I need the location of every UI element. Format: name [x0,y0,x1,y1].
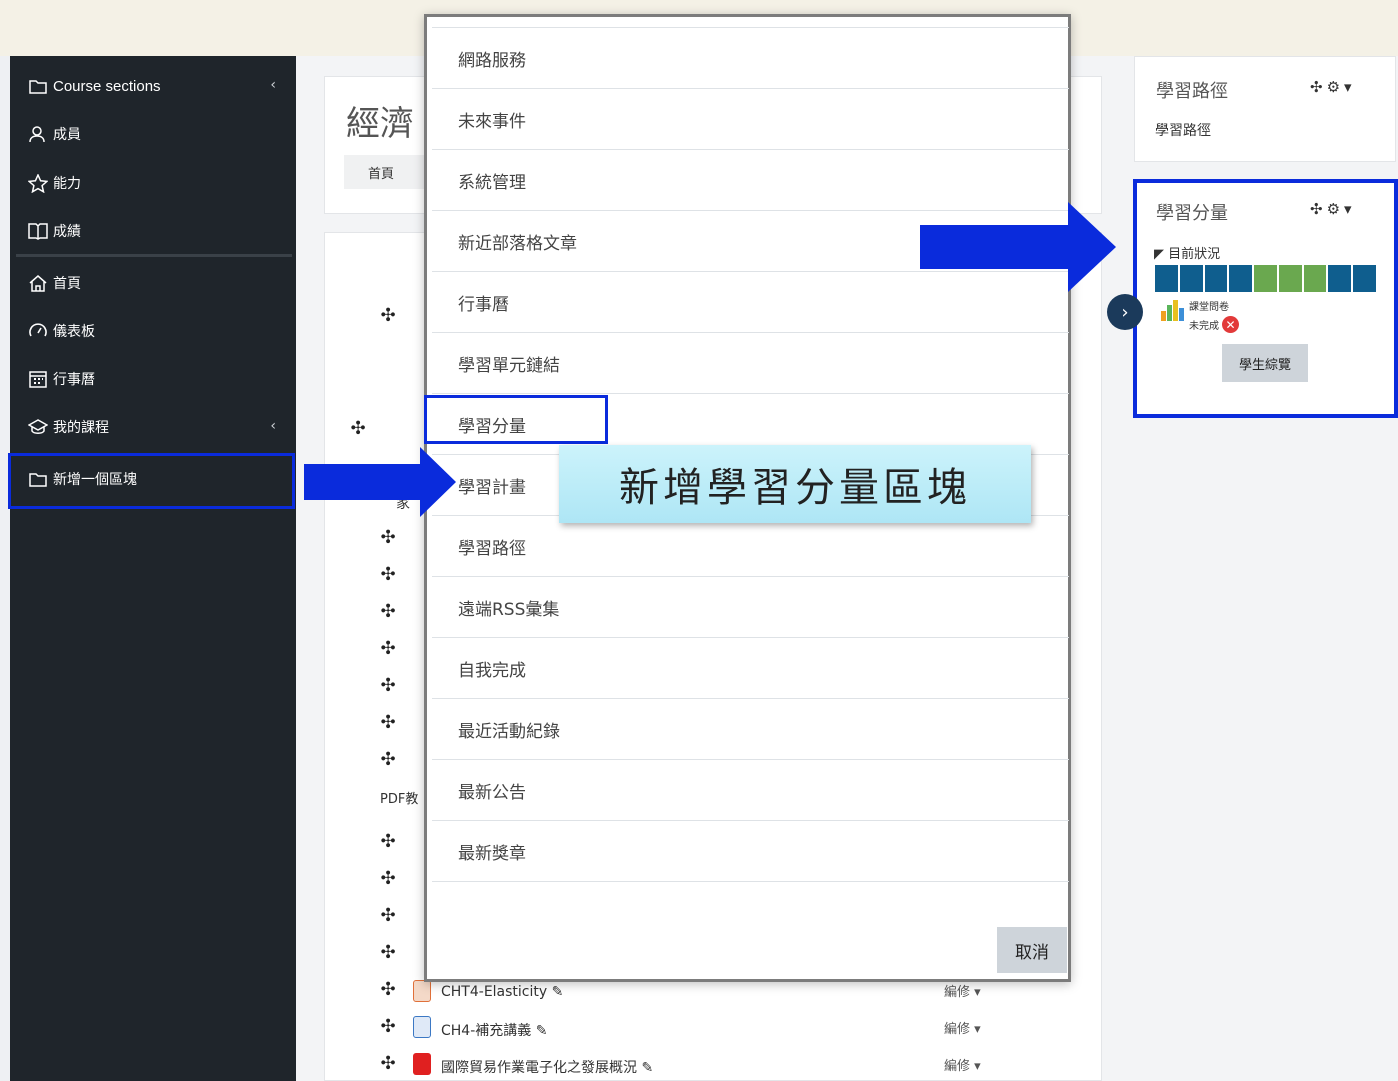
sidebar-item-label: 行事曆 [53,372,95,388]
move-icon[interactable]: ✣ [378,1016,398,1037]
block-option[interactable]: 學習單元鏈結 [432,333,1069,394]
pdf-file-icon [413,1053,431,1075]
drawer-toggle-button[interactable]: › [1107,294,1143,330]
chevron-left-icon[interactable]: ‹ [270,77,276,93]
book-icon [27,220,49,242]
move-icon[interactable]: ✣ [378,1053,398,1074]
page-title: 經濟 [346,104,414,144]
block-option[interactable]: 未來事件 [432,89,1069,150]
move-icon[interactable]: ✣ [1310,78,1327,96]
sidebar-divider [16,254,292,257]
block-learning-path [1134,56,1396,162]
block-controls[interactable]: ✣⚙▾ [1310,78,1356,96]
pencil-icon[interactable]: ✎ [641,1060,653,1076]
calendar-icon [27,368,49,390]
sidebar-item-label: Course sections [53,77,161,95]
edit-label[interactable]: 編修 [944,1059,970,1074]
caret-down-icon[interactable]: ▾ [1344,78,1356,96]
graduation-cap-icon [27,416,49,438]
move-icon[interactable]: ✣ [378,601,398,622]
move-icon[interactable]: ✣ [378,905,398,926]
sidebar-item-dashboard[interactable]: 儀表板 [10,308,296,354]
sidebar-item-label: 首頁 [53,276,81,292]
arrow-right-icon [920,202,1116,292]
sidebar-item-calendar[interactable]: 行事曆 [10,356,296,402]
pdf-file-icon [413,980,431,1002]
move-icon[interactable]: ✣ [378,638,398,659]
star-icon [27,172,49,194]
block-title: 學習路徑 [1156,81,1228,102]
block-option[interactable]: 最新公告 [432,760,1069,821]
move-icon[interactable]: ✣ [378,305,398,326]
word-file-icon [413,1016,431,1038]
edit-menu[interactable]: 編修 ▾ [944,981,981,1000]
activity-name[interactable]: CHT4-Elasticity [441,984,547,1000]
arrow-right-icon [304,447,456,517]
activity-name[interactable]: 國際貿易作業電子化之發展概況 [441,1060,637,1076]
user-icon [27,123,49,145]
sidebar-item-label: 儀表板 [53,324,95,340]
move-icon[interactable]: ✣ [378,942,398,963]
breadcrumb[interactable]: 首頁 [344,155,424,189]
sidebar-item-label: 我的課程 [53,420,109,436]
block-link[interactable]: 學習路徑 [1155,120,1211,140]
sidebar-item-my-courses[interactable]: 我的課程 ‹ [10,404,296,450]
sidebar-item-label: 成績 [53,224,81,240]
activity-name[interactable]: CH4-補充講義 [441,1023,531,1039]
sidebar-item-label: 能力 [53,176,81,192]
highlight-progress-block [1133,179,1398,418]
block-option[interactable]: 學習路徑 [432,516,1069,577]
move-icon[interactable]: ✣ [378,868,398,889]
course-index-drawer: Course sections ‹ 成員 能力 成績 首頁 儀表板 行事曆 我的… [8,56,296,1081]
sidebar-item-label: 成員 [53,127,81,143]
activity-link[interactable]: CHT4-Elasticity ✎ [441,984,563,1000]
move-icon[interactable]: ✣ [378,564,398,585]
block-option[interactable]: 網路服務 [432,28,1069,89]
move-icon[interactable]: ✣ [378,749,398,770]
edit-menu[interactable]: 編修 ▾ [944,1018,981,1037]
pencil-icon[interactable]: ✎ [536,1023,548,1039]
sidebar-item-home[interactable]: 首頁 [10,260,296,306]
sidebar-item-grades[interactable]: 成績 [10,208,296,254]
move-icon[interactable]: ✣ [378,712,398,733]
move-icon[interactable]: ✣ [348,418,368,439]
move-icon[interactable]: ✣ [378,831,398,852]
folder-icon [27,75,49,97]
edit-label[interactable]: 編修 [944,1022,970,1037]
block-option[interactable]: 自我完成 [432,638,1069,699]
activity-link[interactable]: CH4-補充講義 ✎ [441,1020,547,1040]
move-icon[interactable]: ✣ [378,675,398,696]
highlight-add-block [8,453,295,509]
edit-label[interactable]: 編修 [944,985,970,1000]
chevron-left-icon[interactable]: ‹ [270,418,276,434]
block-option[interactable]: 遠端RSS彙集 [432,577,1069,638]
gear-icon[interactable]: ⚙ [1327,78,1344,96]
sidebar-item-course-sections[interactable]: Course sections ‹ [10,63,296,109]
block-option[interactable]: 最近活動紀錄 [432,699,1069,760]
move-icon[interactable]: ✣ [378,979,398,1000]
pencil-icon[interactable]: ✎ [552,984,564,1000]
cancel-button[interactable]: 取消 [997,927,1067,973]
move-icon[interactable]: ✣ [378,527,398,548]
chevron-right-icon: › [1121,301,1129,323]
dashboard-icon [27,320,49,342]
block-option[interactable]: 最新獎章 [432,821,1069,882]
home-icon [27,272,49,294]
edit-menu[interactable]: 編修 ▾ [944,1055,981,1074]
sidebar-item-competencies[interactable]: 能力 [10,160,296,206]
highlight-progress-item [424,395,608,444]
section-name-fragment: PDF教 [380,792,419,807]
sidebar-item-participants[interactable]: 成員 [10,111,296,157]
annotation-callout: 新增學習分量區塊 [559,445,1031,523]
activity-link[interactable]: 國際貿易作業電子化之發展概況 ✎ [441,1057,653,1077]
breadcrumb-home[interactable]: 首頁 [368,163,394,182]
